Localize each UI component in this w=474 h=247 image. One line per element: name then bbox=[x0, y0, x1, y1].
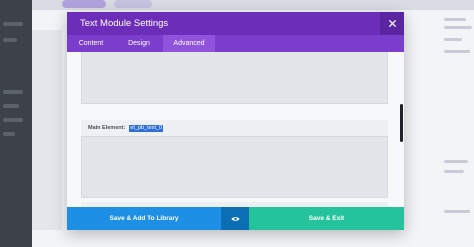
tab-advanced[interactable]: Advanced bbox=[163, 35, 215, 52]
background-row bbox=[444, 50, 470, 53]
background-sidebar-item bbox=[3, 132, 15, 136]
background-block bbox=[32, 30, 62, 230]
background-sidebar bbox=[0, 0, 32, 247]
background-row bbox=[444, 210, 470, 213]
background-row bbox=[444, 26, 472, 29]
close-button[interactable] bbox=[380, 12, 404, 35]
modal-header: Text Module Settings bbox=[67, 12, 404, 35]
background-topbar-pill bbox=[114, 0, 152, 8]
tab-content[interactable]: Content bbox=[67, 35, 115, 52]
background-sidebar-item bbox=[3, 22, 23, 26]
background-sidebar-item bbox=[3, 104, 19, 108]
modal-footer: Save & Add To Library Save & Exit bbox=[67, 207, 404, 230]
main-element-header: Main Element: et_pb_text_0 bbox=[81, 120, 388, 136]
modal-scrollbar[interactable] bbox=[400, 104, 403, 142]
modal-body: Main Element: et_pb_text_0 bbox=[67, 52, 404, 207]
modal-tabs: Content Design Advanced bbox=[67, 35, 404, 52]
main-element-selector: et_pb_text_0 bbox=[129, 124, 164, 132]
background-row bbox=[444, 18, 466, 21]
background-row bbox=[444, 170, 464, 173]
background-topbar bbox=[32, 0, 474, 10]
save-exit-button[interactable]: Save & Exit bbox=[249, 207, 404, 230]
background-sidebar-item bbox=[3, 118, 23, 122]
text-module-settings-modal: Text Module Settings Content Design Adva… bbox=[67, 12, 404, 230]
background-row bbox=[444, 160, 468, 163]
eye-icon bbox=[231, 216, 239, 221]
preview-button[interactable] bbox=[221, 207, 249, 230]
previous-field-textarea[interactable] bbox=[81, 52, 388, 104]
close-icon bbox=[388, 20, 396, 27]
background-sidebar-item bbox=[3, 38, 17, 42]
background-topbar-pill bbox=[62, 0, 106, 8]
background-row bbox=[444, 38, 462, 41]
main-element-label: Main Element: bbox=[88, 125, 126, 131]
main-element-textarea[interactable] bbox=[81, 136, 388, 198]
background-sidebar-item bbox=[3, 90, 23, 94]
save-add-to-library-button[interactable]: Save & Add To Library bbox=[67, 207, 221, 230]
modal-title: Text Module Settings bbox=[80, 18, 169, 29]
tab-design[interactable]: Design bbox=[115, 35, 163, 52]
